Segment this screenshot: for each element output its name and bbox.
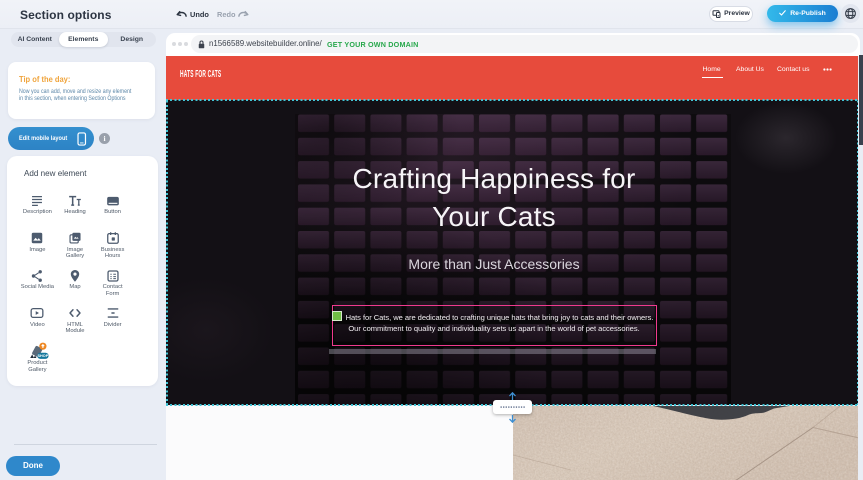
svg-text:SHOP: SHOP: [38, 354, 49, 358]
